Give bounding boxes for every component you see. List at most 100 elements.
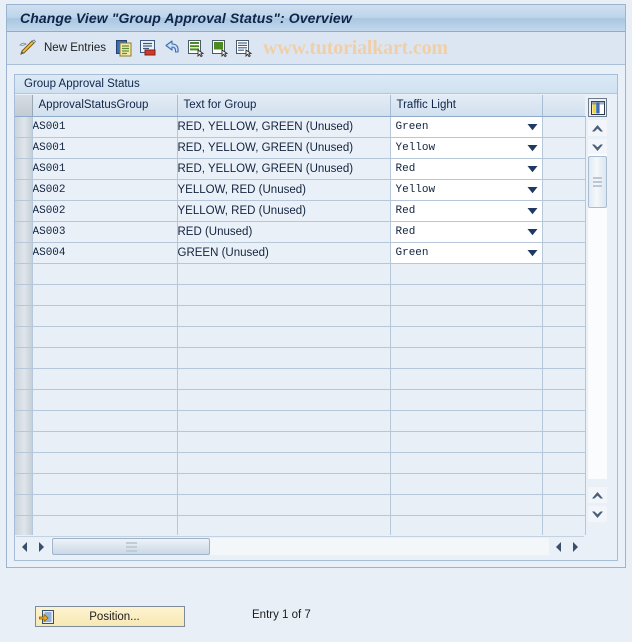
cell-approval-status-group[interactable] xyxy=(32,410,178,432)
cell-text-for-group[interactable] xyxy=(177,326,391,348)
cell-traffic-light[interactable] xyxy=(390,284,543,306)
row-selector-button[interactable] xyxy=(15,347,33,369)
horizontal-scrollbar-thumb[interactable] xyxy=(52,538,210,555)
cell-text-for-group[interactable] xyxy=(177,431,391,453)
cell-text-for-group[interactable] xyxy=(177,305,391,327)
cell-traffic-light[interactable] xyxy=(390,326,543,348)
row-selector-button[interactable] xyxy=(15,494,33,516)
cell-approval-status-group[interactable]: AS001 xyxy=(32,158,178,180)
cell-approval-status-group[interactable]: AS001 xyxy=(32,137,178,159)
row-selector-button[interactable] xyxy=(15,221,33,243)
position-button[interactable]: Position... xyxy=(35,606,185,627)
table-row-empty[interactable] xyxy=(15,452,586,474)
chevron-down-icon[interactable] xyxy=(524,243,542,263)
cell-text-for-group[interactable] xyxy=(177,347,391,369)
chevron-down-icon[interactable] xyxy=(524,201,542,221)
cell-traffic-light[interactable] xyxy=(390,410,543,432)
cell-approval-status-group[interactable]: AS001 xyxy=(32,116,178,138)
cell-approval-status-group[interactable] xyxy=(32,347,178,369)
cell-traffic-light[interactable]: Yellow xyxy=(390,179,543,201)
cell-approval-status-group[interactable] xyxy=(32,305,178,327)
row-selector-button[interactable] xyxy=(15,410,33,432)
cell-text-for-group[interactable] xyxy=(177,515,391,535)
row-selector-button[interactable] xyxy=(15,242,33,264)
cell-traffic-light[interactable] xyxy=(390,452,543,474)
row-selector-button[interactable] xyxy=(15,179,33,201)
undo-icon[interactable] xyxy=(161,36,183,60)
cell-approval-status-group[interactable] xyxy=(32,368,178,390)
cell-text-for-group[interactable] xyxy=(177,389,391,411)
table-row-empty[interactable] xyxy=(15,410,586,432)
page-up-icon[interactable] xyxy=(588,487,607,503)
vertical-scrollbar-thumb[interactable] xyxy=(588,156,607,208)
table-row[interactable]: AS001 RED, YELLOW, GREEN (Unused) Green xyxy=(15,116,586,138)
row-selector-button[interactable] xyxy=(15,305,33,327)
cell-traffic-light[interactable] xyxy=(390,494,543,516)
cell-text-for-group[interactable]: RED, YELLOW, GREEN (Unused) xyxy=(177,116,391,138)
cell-traffic-light[interactable] xyxy=(390,515,543,535)
cell-text-for-group[interactable] xyxy=(177,410,391,432)
cell-approval-status-group[interactable] xyxy=(32,389,178,411)
cell-approval-status-group[interactable]: AS003 xyxy=(32,221,178,243)
chevron-down-icon[interactable] xyxy=(524,222,542,242)
table-row-empty[interactable] xyxy=(15,284,586,306)
cell-approval-status-group[interactable] xyxy=(32,284,178,306)
row-selector-button[interactable] xyxy=(15,263,33,285)
cell-traffic-light[interactable]: Yellow xyxy=(390,137,543,159)
page-down-icon[interactable] xyxy=(588,506,607,522)
cell-approval-status-group[interactable] xyxy=(32,326,178,348)
scroll-right-end-icon[interactable] xyxy=(567,538,584,555)
table-row[interactable]: AS002 YELLOW, RED (Unused) Red xyxy=(15,200,586,222)
cell-traffic-light[interactable] xyxy=(390,431,543,453)
cell-text-for-group[interactable]: RED, YELLOW, GREEN (Unused) xyxy=(177,158,391,180)
row-selector-button[interactable] xyxy=(15,473,33,495)
column-configuration-icon[interactable] xyxy=(588,98,607,117)
cell-traffic-light[interactable]: Red xyxy=(390,221,543,243)
row-selector-button[interactable] xyxy=(15,452,33,474)
chevron-down-icon[interactable] xyxy=(524,180,542,200)
cell-traffic-light[interactable] xyxy=(390,263,543,285)
cell-text-for-group[interactable] xyxy=(177,473,391,495)
chevron-down-icon[interactable] xyxy=(524,159,542,179)
cell-approval-status-group[interactable]: AS004 xyxy=(32,242,178,264)
row-selector-button[interactable] xyxy=(15,284,33,306)
row-selector-button[interactable] xyxy=(15,116,33,138)
cell-approval-status-group[interactable]: AS002 xyxy=(32,179,178,201)
cell-text-for-group[interactable]: GREEN (Unused) xyxy=(177,242,391,264)
cell-approval-status-group[interactable] xyxy=(32,473,178,495)
cell-traffic-light[interactable] xyxy=(390,389,543,411)
cell-traffic-light[interactable] xyxy=(390,347,543,369)
cell-text-for-group[interactable] xyxy=(177,284,391,306)
chevron-down-icon[interactable] xyxy=(524,117,542,137)
scroll-right-icon[interactable] xyxy=(33,538,50,555)
cell-traffic-light[interactable] xyxy=(390,473,543,495)
row-selector-button[interactable] xyxy=(15,389,33,411)
cell-text-for-group[interactable]: RED, YELLOW, GREEN (Unused) xyxy=(177,137,391,159)
scroll-up-icon[interactable] xyxy=(588,120,607,136)
cell-approval-status-group[interactable] xyxy=(32,515,178,535)
row-selector-button[interactable] xyxy=(15,431,33,453)
table-row-empty[interactable] xyxy=(15,326,586,348)
row-selector-button[interactable] xyxy=(15,368,33,390)
cell-approval-status-group[interactable] xyxy=(32,431,178,453)
row-selector-button[interactable] xyxy=(15,200,33,222)
cell-text-for-group[interactable]: YELLOW, RED (Unused) xyxy=(177,200,391,222)
scroll-left-end-icon[interactable] xyxy=(550,538,567,555)
row-selector-button[interactable] xyxy=(15,326,33,348)
column-header-approval-status-group[interactable]: ApprovalStatusGroup xyxy=(32,95,178,117)
horizontal-scrollbar-track[interactable] xyxy=(51,538,549,555)
select-block-icon[interactable] xyxy=(209,36,231,60)
select-all-column-header[interactable] xyxy=(15,95,33,117)
cell-traffic-light[interactable]: Green xyxy=(390,116,543,138)
table-row[interactable]: AS003 RED (Unused) Red xyxy=(15,221,586,243)
cell-approval-status-group[interactable]: AS002 xyxy=(32,200,178,222)
cell-approval-status-group[interactable] xyxy=(32,263,178,285)
row-selector-button[interactable] xyxy=(15,515,33,535)
table-row-empty[interactable] xyxy=(15,347,586,369)
cell-traffic-light[interactable] xyxy=(390,368,543,390)
table-row-empty[interactable] xyxy=(15,515,586,535)
cell-traffic-light[interactable]: Red xyxy=(390,158,543,180)
table-row-empty[interactable] xyxy=(15,263,586,285)
row-selector-button[interactable] xyxy=(15,158,33,180)
column-header-text-for-group[interactable]: Text for Group xyxy=(177,95,391,117)
